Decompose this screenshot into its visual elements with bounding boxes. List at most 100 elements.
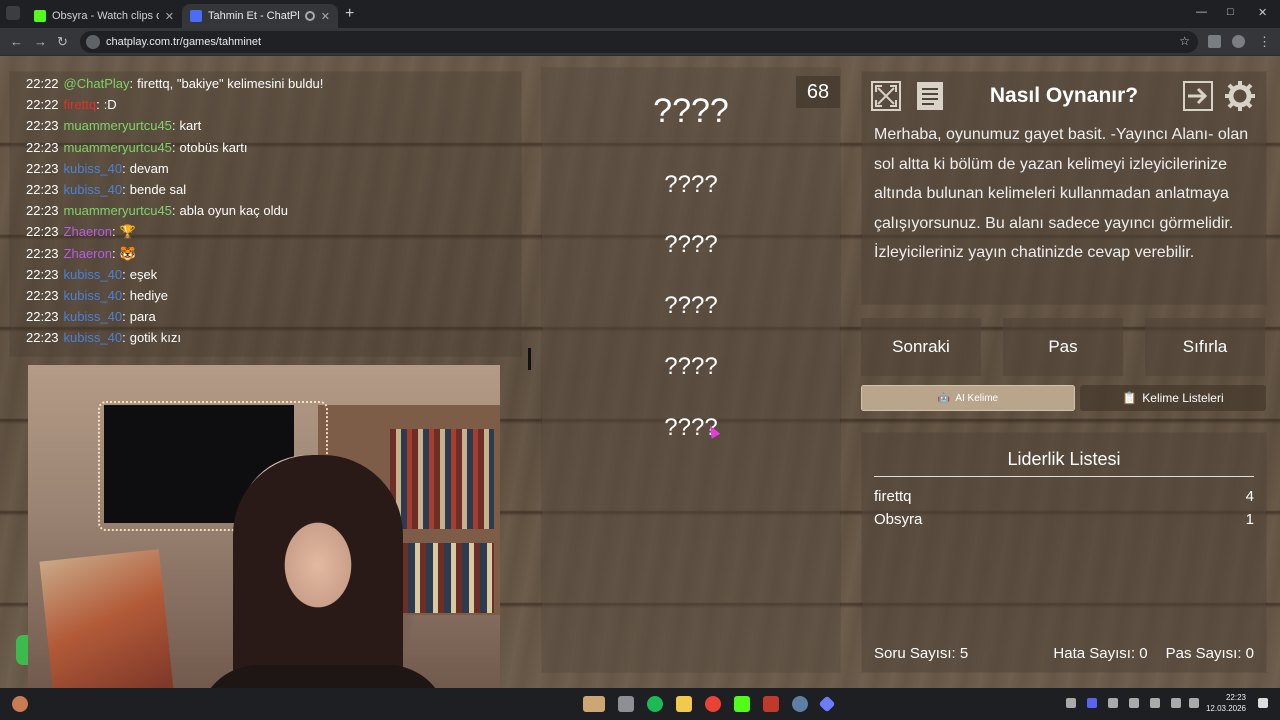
chat-scrollbar[interactable] <box>528 348 531 370</box>
pass-button[interactable]: Pas <box>1003 318 1123 376</box>
notification-icon[interactable] <box>1258 698 1268 708</box>
chat-message: 22:22 firettq::D <box>26 94 323 115</box>
webcam-books <box>390 429 494 529</box>
folder-icon[interactable] <box>676 696 692 712</box>
chrome-icon[interactable] <box>705 696 721 712</box>
microphone-icon[interactable] <box>1150 698 1160 708</box>
taskbar-clock[interactable]: 22:23 12.03.2026 <box>1206 692 1246 714</box>
tab-kick[interactable]: Obsyra - Watch clips on Kick ✕ <box>26 4 182 28</box>
url-text: chatplay.com.tr/games/tahminet <box>106 36 262 48</box>
chat-message: 22:23 kubiss_40: devam <box>26 158 323 179</box>
message-text: firettq, "bakiye" kelimesini buldu! <box>137 76 324 91</box>
minimize-icon[interactable]: — <box>1196 6 1207 18</box>
message-username[interactable]: firettq <box>64 94 97 115</box>
player-name: firettq <box>874 488 912 505</box>
message-username[interactable]: kubiss_40 <box>64 306 123 327</box>
separator: : <box>171 203 176 219</box>
player-name: Obsyra <box>874 511 923 528</box>
url-field[interactable]: chatplay.com.tr/games/tahminet ☆ <box>80 31 1198 53</box>
message-username[interactable]: Zhaeron <box>64 243 112 264</box>
chat-message: 22:23 kubiss_40: bende sal <box>26 179 323 200</box>
recorder-icon[interactable] <box>763 696 779 712</box>
forbidden-word: ???? <box>664 231 718 258</box>
clock-time: 22:23 <box>1225 693 1246 702</box>
list-icon: 📋 <box>1122 391 1138 405</box>
game-stats: Soru Sayısı: 5 Hata Sayısı: 0 Pas Sayısı… <box>874 645 1254 662</box>
player-score: 4 <box>1245 488 1254 505</box>
tray-icon[interactable] <box>1129 698 1139 708</box>
forbidden-word: ???? <box>664 414 718 441</box>
message-username[interactable]: muammeryurtcu45 <box>64 137 172 158</box>
message-username[interactable]: kubiss_40 <box>64 285 123 306</box>
bookmark-star-icon[interactable]: ☆ <box>1179 34 1190 48</box>
tray-icon[interactable] <box>1108 698 1118 708</box>
separator: : <box>171 118 176 134</box>
spotify-icon[interactable] <box>647 696 663 712</box>
close-icon[interactable]: ✕ <box>165 10 174 23</box>
taskbar: 22:23 12.03.2026 <box>0 688 1280 720</box>
extensions-icon[interactable] <box>1208 35 1221 48</box>
close-window-icon[interactable]: ✕ <box>1258 6 1267 19</box>
audio-playing-icon[interactable] <box>304 11 315 21</box>
message-text: otobüs kartı <box>179 139 248 155</box>
tray-chevron-icon[interactable] <box>1066 698 1076 708</box>
site-info-icon[interactable] <box>86 35 100 49</box>
separator: : <box>111 245 116 261</box>
chat-message: 22:23 muammeryurtcu45: kart <box>26 115 323 136</box>
browser-menu-icon[interactable]: ⋮ <box>1258 34 1271 50</box>
message-username[interactable]: kubiss_40 <box>64 158 123 179</box>
user-avatar-icon[interactable] <box>12 696 28 712</box>
error-count: Hata Sayısı: 0 <box>1053 645 1148 662</box>
volume-icon[interactable] <box>1189 698 1199 708</box>
app-icon[interactable] <box>583 696 605 712</box>
kick-favicon-icon <box>34 10 46 22</box>
reset-button[interactable]: Sıfırla <box>1145 318 1265 376</box>
message-username[interactable]: muammeryurtcu45 <box>64 200 172 221</box>
separator: : <box>122 309 126 325</box>
message-text: bende sal <box>129 182 187 198</box>
word-lists-label: Kelime Listeleri <box>1142 391 1224 405</box>
how-to-play-header: Nasıl Oynanır? <box>862 78 1266 112</box>
message-username[interactable]: muammeryurtcu45 <box>64 115 172 136</box>
back-icon[interactable]: ← <box>10 34 23 49</box>
how-to-play-text: Merhaba, oyunumuz gayet basit. -Yayıncı … <box>874 126 1249 261</box>
steam-icon[interactable] <box>792 696 808 712</box>
message-username[interactable]: kubiss_40 <box>64 264 123 285</box>
word-lists-button[interactable]: 📋 Kelime Listeleri <box>1080 385 1266 411</box>
discord-icon[interactable] <box>1087 698 1097 708</box>
message-username[interactable]: Zhaeron <box>64 221 112 242</box>
kick-icon[interactable] <box>734 696 750 712</box>
webcam-overlay <box>28 365 500 688</box>
chat-messages: 22:22 @ChatPlay: firettq, "bakiye" kelimes… <box>26 73 323 349</box>
close-icon[interactable]: ✕ <box>321 10 330 23</box>
webcam-streamer-body <box>198 665 448 688</box>
app-icon[interactable] <box>818 695 836 713</box>
forward-icon[interactable]: → <box>34 34 47 49</box>
reload-icon[interactable]: ↻ <box>57 34 68 50</box>
message-time: 22:23 <box>26 224 59 240</box>
network-icon[interactable] <box>1171 698 1181 708</box>
message-time: 22:23 <box>26 266 59 282</box>
ai-word-button[interactable]: 🤖 AI Kelime <box>861 385 1075 411</box>
file-icon[interactable] <box>618 696 634 712</box>
maximize-icon[interactable]: □ <box>1227 6 1234 18</box>
profile-avatar[interactable] <box>1232 35 1245 48</box>
message-time: 22:23 <box>26 139 59 155</box>
tab-search-icon[interactable] <box>6 6 20 20</box>
chat-message: 22:23 muammeryurtcu45: otobüs kartı <box>26 137 323 158</box>
message-username[interactable]: kubiss_40 <box>64 179 123 200</box>
gear-icon[interactable] <box>1224 80 1256 112</box>
chat-message: 22:23 Zhaeron: 🐯 <box>26 243 323 264</box>
next-button[interactable]: Sonraki <box>861 318 981 376</box>
message-time: 22:22 <box>26 97 59 113</box>
exit-icon[interactable] <box>1182 80 1214 112</box>
message-username[interactable]: kubiss_40 <box>64 327 123 348</box>
message-time: 22:23 <box>26 330 59 346</box>
tab-chatplay[interactable]: Tahmin Et - ChatPlay ✕ <box>182 4 338 28</box>
webcam-streamer <box>233 455 403 688</box>
leaderboard-panel: Liderlik Listesi firettq 4 Obsyra 1 Soru… <box>862 433 1266 672</box>
message-text: abla oyun kaç oldu <box>179 203 288 219</box>
message-username[interactable]: @ChatPlay <box>64 73 130 94</box>
new-tab-button[interactable]: + <box>345 5 354 23</box>
player-score: 1 <box>1245 511 1254 528</box>
